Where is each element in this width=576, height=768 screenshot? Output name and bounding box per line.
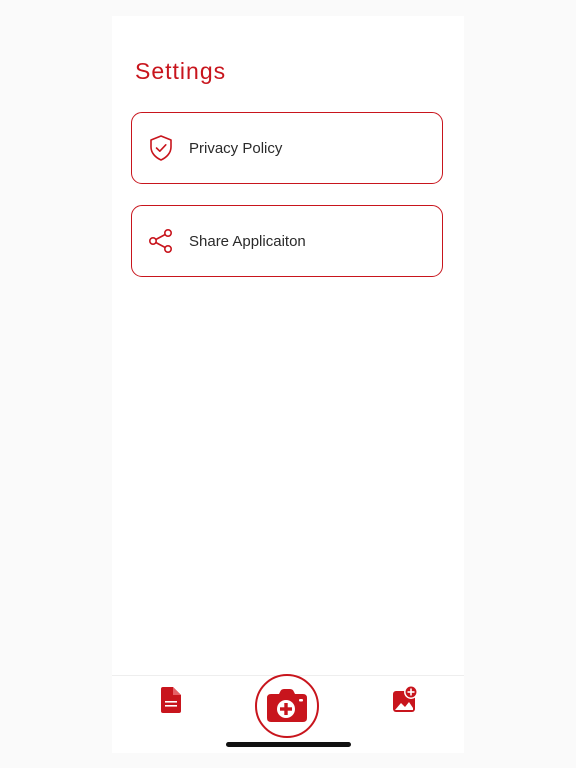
page-title: Settings bbox=[135, 58, 227, 84]
camera-add-icon bbox=[267, 689, 307, 722]
gallery-tab[interactable] bbox=[392, 685, 418, 714]
image-add-icon bbox=[393, 685, 418, 712]
privacy-policy-button[interactable]: Privacy Policy bbox=[131, 112, 443, 184]
camera-button[interactable] bbox=[255, 674, 319, 738]
documents-tab[interactable] bbox=[158, 686, 184, 714]
shield-check-icon bbox=[145, 132, 177, 164]
document-icon bbox=[161, 687, 181, 713]
share-application-label: Share Applicaiton bbox=[189, 232, 306, 250]
privacy-policy-label: Privacy Policy bbox=[189, 139, 283, 157]
home-indicator[interactable] bbox=[226, 742, 351, 747]
share-application-button[interactable]: Share Applicaiton bbox=[131, 205, 443, 277]
share-icon bbox=[145, 225, 177, 257]
